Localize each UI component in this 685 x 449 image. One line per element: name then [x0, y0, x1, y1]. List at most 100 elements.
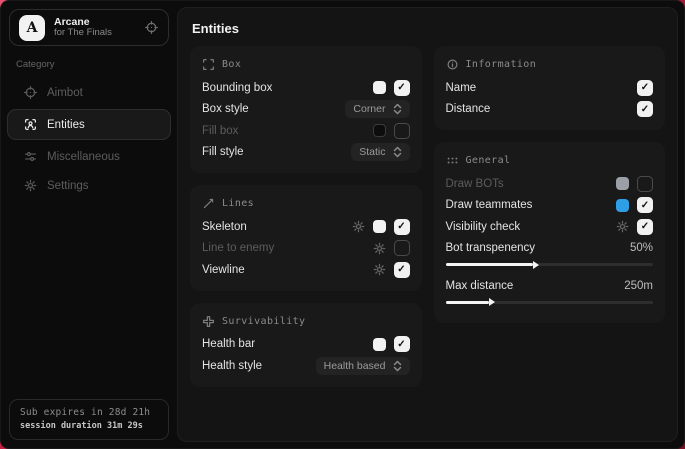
- row-label: Distance: [446, 103, 491, 115]
- row-label: Draw BOTs: [446, 178, 504, 190]
- sidebar-item-label: Miscellaneous: [47, 151, 120, 163]
- row-label: Bounding box: [202, 82, 272, 94]
- sidebar-item-miscellaneous[interactable]: Miscellaneous: [8, 142, 170, 171]
- sidebar-item-label: Aimbot: [47, 87, 83, 99]
- page-title: Entities: [178, 8, 677, 46]
- row-fill-box: Fill box: [202, 120, 410, 142]
- row-label: Fill style: [202, 146, 244, 158]
- unfold-icon: [393, 147, 402, 158]
- checkbox[interactable]: ✓: [637, 219, 653, 235]
- brand-subtitle: for The Finals: [54, 28, 136, 39]
- row-draw-bots: Draw BOTs: [446, 173, 654, 195]
- checkbox[interactable]: ✓: [394, 80, 410, 96]
- gear-icon[interactable]: [373, 263, 386, 276]
- checkbox[interactable]: ✓: [637, 101, 653, 117]
- row-name: Name ✓: [446, 77, 654, 99]
- section-information: Information Name ✓ Distance ✓: [434, 46, 666, 130]
- section-general: General Draw BOTs Draw teammates ✓: [434, 142, 666, 323]
- color-swatch[interactable]: [373, 338, 386, 351]
- sidebar-item-entities[interactable]: Entities: [7, 109, 171, 140]
- subscription-card: Sub expires in 28d 21h session duration …: [9, 399, 169, 440]
- box-style-dropdown[interactable]: Corner: [345, 100, 409, 118]
- row-health-style: Health style Health based: [202, 355, 410, 377]
- color-swatch[interactable]: [616, 199, 629, 212]
- bot-transparency-slider[interactable]: [446, 263, 654, 266]
- row-health-bar: Health bar ✓: [202, 334, 410, 356]
- color-swatch[interactable]: [373, 220, 386, 233]
- fill-style-dropdown[interactable]: Static: [351, 143, 409, 161]
- slider-value: 250m: [624, 280, 653, 292]
- sidebar-item-settings[interactable]: Settings: [8, 171, 170, 200]
- gear-icon[interactable]: [373, 242, 386, 255]
- app-window: A Arcane for The Finals Category Aimbot …: [0, 0, 685, 449]
- dropdown-value: Static: [359, 146, 385, 158]
- sub-expiry-text: Sub expires in 28d 21h: [20, 407, 158, 418]
- row-label: Skeleton: [202, 221, 247, 233]
- checkbox[interactable]: ✓: [394, 219, 410, 235]
- sidebar-item-label: Settings: [47, 180, 89, 192]
- max-distance-slider[interactable]: [446, 301, 654, 304]
- gear-icon[interactable]: [352, 220, 365, 233]
- entities-scan-icon: [23, 118, 37, 132]
- checkbox[interactable]: [637, 176, 653, 192]
- checkbox[interactable]: ✓: [637, 197, 653, 213]
- main-panel: Entities Box Bounding box ✓: [177, 7, 678, 442]
- sidebar-item-label: Entities: [47, 119, 85, 131]
- gear-icon: [23, 179, 37, 193]
- checkbox[interactable]: [394, 123, 410, 139]
- checkbox[interactable]: ✓: [394, 336, 410, 352]
- row-label: Line to enemy: [202, 242, 274, 254]
- color-swatch[interactable]: [373, 124, 386, 137]
- sliders-icon: [23, 150, 37, 164]
- brand-card: A Arcane for The Finals: [9, 9, 169, 46]
- color-swatch[interactable]: [616, 177, 629, 190]
- row-label: Max distance: [446, 280, 514, 292]
- checkbox[interactable]: ✓: [637, 80, 653, 96]
- sidebar-item-aimbot[interactable]: Aimbot: [8, 78, 170, 107]
- dropdown-value: Corner: [353, 103, 385, 115]
- grid-icon: [446, 154, 459, 167]
- dropdown-value: Health based: [324, 360, 386, 372]
- gear-icon[interactable]: [616, 220, 629, 233]
- unfold-icon: [393, 104, 402, 115]
- section-box: Box Bounding box ✓ Box style Corner: [190, 46, 422, 173]
- row-label: Box style: [202, 103, 249, 115]
- health-style-dropdown[interactable]: Health based: [316, 357, 410, 375]
- row-fill-style: Fill style Static: [202, 142, 410, 164]
- section-title: Survivability: [222, 316, 305, 327]
- row-visibility-check: Visibility check ✓: [446, 216, 654, 238]
- info-icon: [446, 58, 459, 71]
- row-draw-teammates: Draw teammates ✓: [446, 195, 654, 217]
- row-bot-transparency: Bot transpenency 50%: [446, 238, 654, 260]
- row-label: Name: [446, 82, 477, 94]
- sidebar-nav: Aimbot Entities Miscellaneous Settings: [1, 74, 177, 204]
- session-duration-text: session duration 31m 29s: [20, 421, 158, 431]
- health-cross-icon: [202, 315, 215, 328]
- row-bounding-box: Bounding box ✓: [202, 77, 410, 99]
- section-title: General: [466, 155, 511, 166]
- row-skeleton: Skeleton ✓: [202, 216, 410, 238]
- crosshair-icon: [23, 86, 37, 100]
- row-viewline: Viewline ✓: [202, 259, 410, 281]
- checkbox[interactable]: ✓: [394, 262, 410, 278]
- color-swatch[interactable]: [373, 81, 386, 94]
- checkbox[interactable]: [394, 240, 410, 256]
- section-title: Lines: [222, 198, 254, 209]
- row-box-style: Box style Corner: [202, 99, 410, 121]
- category-label: Category: [16, 59, 177, 70]
- section-title: Information: [466, 59, 537, 70]
- row-label: Viewline: [202, 264, 245, 276]
- row-label: Draw teammates: [446, 199, 533, 211]
- slider-fill: [446, 263, 533, 266]
- row-label: Fill box: [202, 125, 238, 137]
- crosshair-icon[interactable]: [145, 21, 159, 35]
- row-label: Health bar: [202, 338, 255, 350]
- row-distance: Distance ✓: [446, 99, 654, 121]
- slider-value: 50%: [630, 242, 653, 254]
- section-lines: Lines Skeleton ✓ Line to enemy: [190, 185, 422, 291]
- row-label: Visibility check: [446, 221, 521, 233]
- box-corners-icon: [202, 58, 215, 71]
- sidebar: A Arcane for The Finals Category Aimbot …: [1, 1, 177, 448]
- row-label: Bot transpenency: [446, 242, 536, 254]
- slider-fill: [446, 301, 490, 304]
